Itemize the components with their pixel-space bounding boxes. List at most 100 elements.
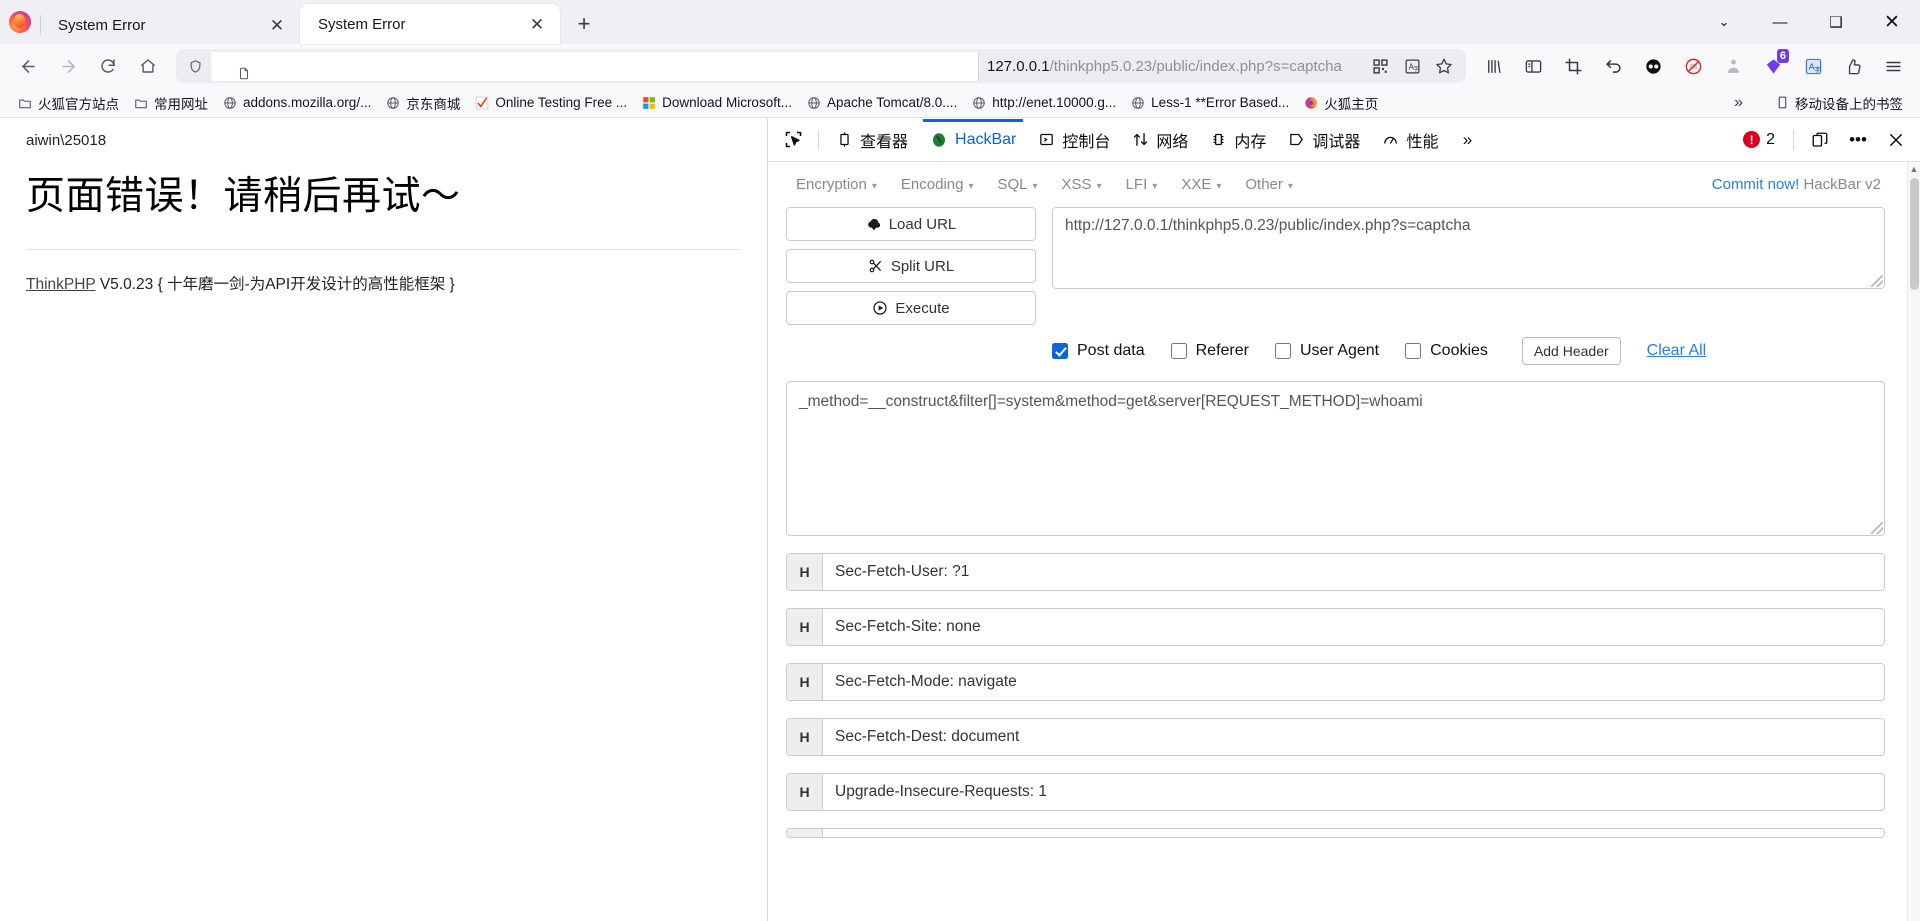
home-icon[interactable] [128,49,168,83]
header-value[interactable]: Sec-Fetch-Site: none [823,609,1884,645]
header-row-partial[interactable] [786,828,1885,838]
header-value[interactable]: Sec-Fetch-User: ?1 [823,554,1884,590]
thinkphp-link[interactable]: ThinkPHP [26,276,96,293]
bookmark-item[interactable]: Online Testing Free ... [467,93,634,113]
devtools-scrollbar[interactable]: ▲ [1907,162,1920,921]
scroll-up-arrow[interactable]: ▲ [1908,162,1920,176]
error-count-indicator[interactable]: ! 2 [1733,131,1785,149]
devtools-tab-memory[interactable]: 内存 [1199,119,1277,161]
meatball-menu-icon[interactable]: ••• [1840,122,1876,158]
sidebar-icon[interactable] [1514,49,1552,83]
url-textarea[interactable]: http://127.0.0.1/thinkphp5.0.23/public/i… [1052,207,1885,289]
commit-now-link[interactable]: Commit now! [1712,176,1800,193]
option-referer[interactable]: Referer [1170,342,1249,360]
pocket-icon[interactable] [1834,49,1872,83]
header-value[interactable]: Sec-Fetch-Dest: document [823,719,1884,755]
page-title: 页面错误！请稍后再试～ [26,175,461,218]
option-cookies[interactable]: Cookies [1405,342,1488,360]
bookmark-item[interactable]: 火狐官方站点 [10,91,126,115]
checkbox-post-data[interactable] [1052,343,1068,359]
url-path: /thinkphp5.0.23/public/index.php?s=captc… [1049,57,1342,75]
header-row[interactable]: H Upgrade-Insecure-Requests: 1 [786,773,1885,811]
bookmark-item[interactable]: 火狐主页 [1296,91,1385,115]
bookmark-item[interactable]: Download Microsoft... [634,93,799,113]
tab-list-chevron-down-icon[interactable]: ⌄ [1696,0,1752,44]
close-devtools-icon[interactable] [1878,122,1914,158]
dock-layout-icon[interactable] [1802,122,1838,158]
minimize-button[interactable]: — [1752,0,1808,44]
bookmark-label: Online Testing Free ... [495,95,628,110]
library-icon[interactable] [1474,49,1512,83]
bookmark-item[interactable]: 常用网址 [126,91,215,115]
chevron-double-right-icon[interactable]: » [1726,94,1751,112]
page-info-icon[interactable] [211,51,979,81]
option-post-data[interactable]: Post data [1052,342,1145,360]
close-icon[interactable]: ✕ [526,13,548,35]
app-menu-icon[interactable] [1874,49,1912,83]
menu-other[interactable]: Other ▾ [1235,172,1303,197]
close-window-button[interactable]: ✕ [1864,0,1920,44]
devtools-overflow-icon[interactable]: » [1449,122,1485,158]
execute-button[interactable]: Execute [786,291,1036,325]
devtools-tab-inspector[interactable]: 查看器 [825,119,919,161]
qr-code-icon[interactable] [1366,52,1394,80]
mobile-bookmarks-item[interactable]: 移动设备上的书签 [1767,91,1910,115]
split-url-button[interactable]: Split URL [786,249,1036,283]
screenshot-icon[interactable] [1554,49,1592,83]
forward-icon[interactable] [48,49,88,83]
extension-purple-icon[interactable]: 6 [1754,49,1792,83]
close-icon[interactable]: ✕ [266,14,288,36]
bookmark-item[interactable]: http://enet.10000.g... [964,93,1123,113]
browser-tab-1[interactable]: System Error ✕ [40,6,300,44]
header-row[interactable]: H Sec-Fetch-Mode: navigate [786,663,1885,701]
header-value[interactable]: Sec-Fetch-Mode: navigate [823,664,1884,700]
bookmark-item[interactable]: addons.mozilla.org/... [215,93,378,113]
menu-lfi[interactable]: LFI ▾ [1116,172,1168,197]
scrollbar-thumb[interactable] [1910,178,1919,290]
dark-reader-icon[interactable] [1634,49,1672,83]
menu-encoding[interactable]: Encoding ▾ [891,172,984,197]
resize-handle[interactable] [1871,275,1883,287]
menu-encryption[interactable]: Encryption ▾ [786,172,887,197]
noscript-icon[interactable] [1674,49,1712,83]
clear-all-button[interactable]: Clear All [1647,342,1707,360]
checkbox-user-agent[interactable] [1274,343,1291,359]
translate-icon[interactable]: A字 [1398,52,1426,80]
devtools-tab-hackbar[interactable]: HackBar [919,118,1027,161]
new-tab-button[interactable]: + [566,6,602,42]
url-text[interactable]: 127.0.0.1/thinkphp5.0.23/public/index.ph… [987,58,1366,75]
reload-icon[interactable] [88,49,128,83]
header-value[interactable]: Upgrade-Insecure-Requests: 1 [823,774,1884,810]
resize-handle[interactable] [1871,522,1883,534]
add-header-button[interactable]: Add Header [1521,337,1621,365]
menu-xxe[interactable]: XXE ▾ [1171,172,1231,197]
checkbox-referer[interactable] [1170,343,1187,359]
url-bar[interactable]: 127.0.0.1/thinkphp5.0.23/public/index.ph… [176,49,1466,83]
browser-tab-2[interactable]: System Error ✕ [300,4,560,44]
bookmark-star-icon[interactable] [1430,52,1458,80]
bookmark-item[interactable]: Less-1 **Error Based... [1123,93,1296,113]
menu-xss[interactable]: XSS ▾ [1052,172,1112,197]
option-user-agent[interactable]: User Agent [1274,342,1379,360]
undo-icon[interactable] [1594,49,1632,83]
header-row[interactable]: H Sec-Fetch-User: ?1 [786,553,1885,591]
load-url-button[interactable]: Load URL [786,207,1036,241]
maximize-button[interactable]: ❑ [1808,0,1864,44]
bookmark-item[interactable]: 京东商城 [378,91,467,115]
devtools-tab-debugger[interactable]: 调试器 [1277,119,1371,161]
bookmark-item[interactable]: Apache Tomcat/8.0.... [799,93,964,113]
devtools-tab-network[interactable]: 网络 [1121,119,1199,161]
header-value[interactable] [823,829,1884,837]
post-data-textarea[interactable]: _method=__construct&filter[]=system&meth… [786,381,1885,536]
user-agent-icon[interactable] [1714,49,1752,83]
header-row[interactable]: H Sec-Fetch-Dest: document [786,718,1885,756]
devtools-tab-console[interactable]: 控制台 [1027,119,1121,161]
devtools-tab-performance[interactable]: 性能 [1371,119,1449,161]
translate-ext-icon[interactable]: A字 [1794,49,1832,83]
menu-sql[interactable]: SQL ▾ [988,172,1048,197]
element-picker-icon[interactable] [774,121,812,159]
checkbox-cookies[interactable] [1405,343,1422,359]
header-row[interactable]: H Sec-Fetch-Site: none [786,608,1885,646]
back-icon[interactable] [8,49,48,83]
shield-icon[interactable] [188,59,203,74]
